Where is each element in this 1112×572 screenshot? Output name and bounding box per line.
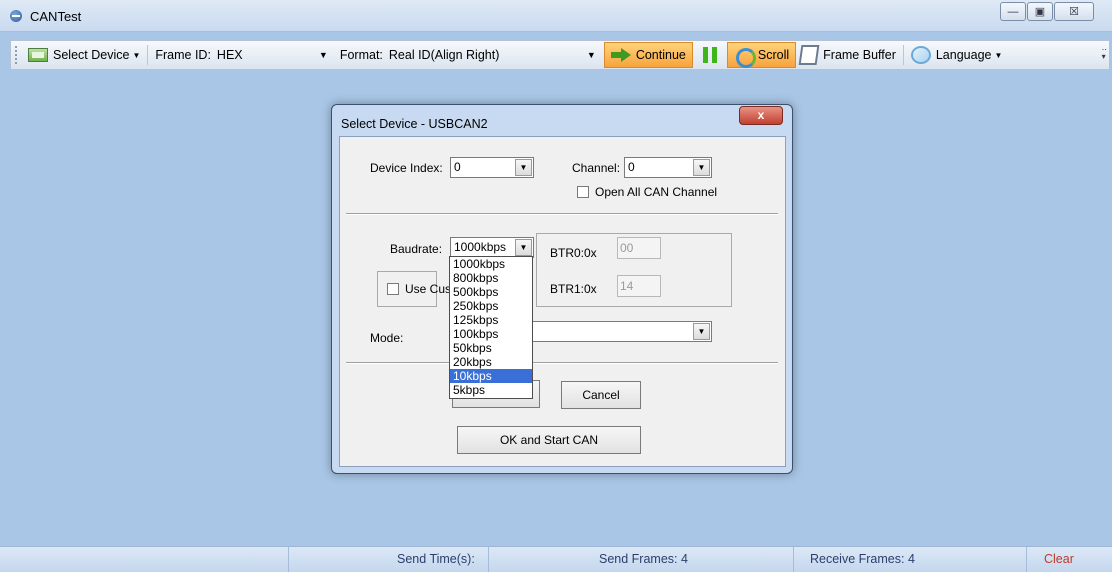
channel-select[interactable]: 0 ▼ <box>624 157 712 178</box>
baudrate-option[interactable]: 125kbps <box>450 313 532 327</box>
baudrate-option[interactable]: 250kbps <box>450 299 532 313</box>
device-index-value: 0 <box>454 160 461 174</box>
app-icon <box>10 10 22 22</box>
toolbar-separator <box>902 45 904 65</box>
baudrate-value: 1000kbps <box>454 240 507 254</box>
baudrate-option[interactable]: 50kbps <box>450 341 532 355</box>
baudrate-option[interactable]: 1000kbps <box>450 257 532 271</box>
status-bar: Send Time(s): Send Frames: 4 Receive Fra… <box>0 546 1112 572</box>
open-all-channel-checkbox[interactable] <box>577 186 589 198</box>
maximize-button[interactable]: ▣ <box>1027 2 1053 21</box>
chevron-down-icon[interactable]: ▼ <box>515 159 532 176</box>
cancel-button[interactable]: Cancel <box>561 381 641 409</box>
baudrate-select[interactable]: 1000kbps ▼ <box>450 237 534 258</box>
chevron-down-icon[interactable]: ▼ <box>693 159 710 176</box>
btr0-input[interactable]: 00 <box>617 237 661 259</box>
ok-and-start-can-button[interactable]: OK and Start CAN <box>457 426 641 454</box>
minimize-icon: — <box>1007 5 1019 18</box>
format-group: Format: Real ID(Align Right) ▼ <box>336 42 604 68</box>
baudrate-label: Baudrate: <box>390 242 443 256</box>
globe-icon <box>910 46 931 64</box>
window-title: CANTest <box>30 9 82 24</box>
baudrate-option-highlighted[interactable]: 10kbps <box>450 369 532 383</box>
frame-id-select[interactable]: HEX <box>211 48 315 62</box>
select-device-label: Select Device <box>53 48 130 62</box>
baudrate-option[interactable]: 800kbps <box>450 271 532 285</box>
open-all-channel-label: Open All CAN Channel <box>595 185 718 199</box>
frame-id-group: Frame ID: HEX ▼ <box>151 42 335 68</box>
section-divider <box>346 362 778 364</box>
dialog-title: Select Device - USBCAN2 <box>341 117 488 131</box>
select-device-button[interactable]: Select Device ▼ <box>24 42 144 68</box>
format-select[interactable]: Real ID(Align Right) <box>383 48 583 62</box>
arrow-right-icon <box>610 48 631 62</box>
device-index-select[interactable]: 0 ▼ <box>450 157 534 178</box>
send-time-label: Send Time(s): <box>288 547 488 572</box>
section-divider <box>346 213 778 215</box>
close-button[interactable]: ☒ <box>1054 2 1094 21</box>
device-index-label: Device Index: <box>370 161 443 175</box>
receive-frames-count: Receive Frames: 4 <box>793 547 1026 572</box>
use-custom-baudrate-label: Use Cus <box>405 282 452 296</box>
chevron-down-icon[interactable]: ▼ <box>319 50 328 60</box>
chevron-down-icon[interactable]: ▼ <box>587 50 596 60</box>
toolbar-overflow-icon[interactable]: ‥ ▾ <box>1102 43 1107 61</box>
dialog-body: Device Index: 0 ▼ Channel: 0 ▼ Open All … <box>339 136 786 467</box>
window-titlebar: CANTest — ▣ ☒ <box>0 0 1112 32</box>
frame-buffer-button[interactable]: Frame Buffer <box>796 42 900 68</box>
scroll-button[interactable]: Scroll <box>726 42 797 68</box>
maximize-icon: ▣ <box>1034 6 1046 18</box>
continue-label: Continue <box>635 48 686 62</box>
baudrate-option[interactable]: 20kbps <box>450 355 532 369</box>
baudrate-option[interactable]: 500kbps <box>450 285 532 299</box>
format-label: Format: <box>339 48 383 62</box>
language-button[interactable]: Language ▼ <box>907 42 1007 68</box>
main-toolbar: Select Device ▼ Frame ID: HEX ▼ Format: … <box>10 40 1110 70</box>
channel-label: Channel: <box>572 161 621 175</box>
chevron-down-icon: ▼ <box>994 50 1003 60</box>
minimize-button[interactable]: — <box>1000 2 1026 21</box>
dialog-close-button[interactable]: x <box>739 106 783 125</box>
window-controls: — ▣ ☒ <box>999 2 1094 21</box>
select-device-dialog: Select Device - USBCAN2 x Device Index: … <box>331 104 793 474</box>
btr0-label: BTR0:0x <box>550 246 597 260</box>
btr1-label: BTR1:0x <box>550 282 597 296</box>
send-frames-count: Send Frames: 4 <box>488 547 793 572</box>
toolbar-separator <box>147 45 149 65</box>
channel-value: 0 <box>628 160 635 174</box>
refresh-icon <box>734 46 756 68</box>
pause-button[interactable] <box>693 42 727 68</box>
chevron-down-icon[interactable]: ▼ <box>515 239 532 256</box>
chevron-down-icon[interactable]: ▼ <box>693 323 710 340</box>
scroll-label: Scroll <box>757 48 790 62</box>
baudrate-option[interactable]: 5kbps <box>450 383 532 397</box>
close-icon: x <box>757 108 765 122</box>
baudrate-option[interactable]: 100kbps <box>450 327 532 341</box>
language-label: Language <box>935 48 992 62</box>
toolbar-grip[interactable] <box>15 46 19 64</box>
close-icon: ☒ <box>1069 6 1079 18</box>
btr1-input[interactable]: 14 <box>617 275 661 297</box>
chevron-down-icon: ▼ <box>132 50 141 60</box>
frame-buffer-label: Frame Buffer <box>823 48 896 62</box>
mode-label: Mode: <box>370 331 404 345</box>
page-icon <box>798 45 820 65</box>
baudrate-dropdown-list: 1000kbps 800kbps 500kbps 250kbps 125kbps… <box>449 256 533 399</box>
frame-id-label: Frame ID: <box>155 48 211 62</box>
use-custom-baudrate-checkbox[interactable] <box>387 283 399 295</box>
status-cell-empty <box>0 547 288 572</box>
continue-button[interactable]: Continue <box>603 42 693 68</box>
pause-icon <box>702 47 717 63</box>
clear-button[interactable]: Clear <box>1026 547 1112 572</box>
device-icon <box>28 48 48 62</box>
